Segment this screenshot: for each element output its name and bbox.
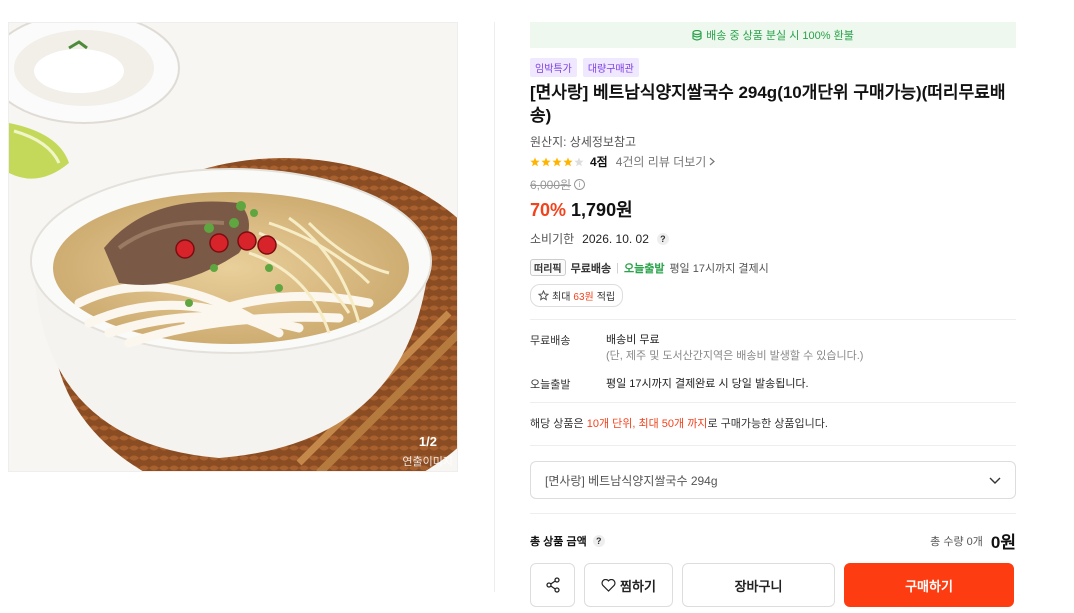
product-title: [면사랑] 베트남식양지쌀국수 294g(10개단위 구매가능)(떠리무료배송) <box>530 83 1006 125</box>
divider <box>530 445 1016 446</box>
refund-text: 배송 중 상품 분실 시 100% 환불 <box>706 30 854 42</box>
expiry-value: 2026. 10. 02 <box>582 231 649 246</box>
wishlist-label: 찜하기 <box>620 578 656 594</box>
rating-row: 4점 4건의 리뷰 더보기 <box>530 153 1016 170</box>
pho-photo <box>9 23 457 471</box>
buy-button[interactable]: 구매하기 <box>844 563 1014 607</box>
points-amount: 63원 <box>573 292 594 303</box>
points-chip[interactable]: 최대 63원 적립 <box>530 284 624 307</box>
refund-banner: 배송 중 상품 분실 시 100% 환불 <box>530 22 1016 48</box>
coin-stack-icon <box>692 29 702 41</box>
total-summary: 총 수량 0개 0원 <box>930 528 1016 553</box>
star-empty-icon <box>574 157 584 166</box>
total-row: 총 상품 금액 ? 총 수량 0개 0원 <box>530 514 1016 553</box>
shipping-free-row: 무료배송 배송비 무료 (단, 제주 및 도서산간지역은 배송비 발생할 수 있… <box>530 332 1016 364</box>
column-divider <box>494 22 495 592</box>
star-full-icon <box>530 157 540 166</box>
share-button[interactable] <box>530 563 575 607</box>
expiry-label: 소비기한 <box>530 232 575 246</box>
help-icon[interactable]: ? <box>656 232 669 245</box>
share-icon <box>545 577 560 593</box>
star-full-icon <box>563 157 573 166</box>
cart-button[interactable]: 장바구니 <box>682 563 835 607</box>
shipping-free-label: 무료배송 <box>530 335 571 347</box>
original-price: 6,000원 <box>530 178 572 192</box>
delivery-row: 떠리픽 무료배송 | 오늘출발 평일 17시까지 결제시 <box>530 259 1016 276</box>
points-prefix: 최대 <box>552 292 571 303</box>
image-watermark: 연출이미지 <box>402 456 453 468</box>
info-icon[interactable]: i <box>574 179 586 190</box>
action-buttons: 찜하기 장바구니 구매하기 <box>530 563 1016 607</box>
free-shipping-label: 무료배송 <box>570 262 612 275</box>
total-label: 총 상품 금액 <box>530 535 587 548</box>
notice-highlight: 10개 단위, 최대 50개 까지 <box>586 418 708 430</box>
shipping-today-label: 오늘출발 <box>530 379 571 391</box>
shipping-free-value: 배송비 무료 <box>606 334 660 346</box>
shipping-free-note: (단, 제주 및 도서산간지역은 배송비 발생할 수 있습니다.) <box>606 350 864 362</box>
sale-price: 1,790원 <box>571 200 633 220</box>
badge-bulk[interactable]: 대량구매관 <box>582 58 639 77</box>
points-suffix: 적립 <box>596 292 616 303</box>
shipping-today-row: 오늘출발 평일 17시까지 결제완료 시 당일 발송됩니다. <box>530 376 1016 392</box>
heart-icon <box>601 578 616 592</box>
product-image[interactable]: 1/2 연출이미지 <box>8 22 458 472</box>
badge-deal[interactable]: 임박특가 <box>530 58 577 77</box>
total-label-wrap: 총 상품 금액 ? <box>530 533 605 549</box>
option-selected-value: [면사랑] 베트남식양지쌀국수 294g <box>545 473 718 488</box>
rating-score: 4점 <box>590 155 608 169</box>
product-info: 배송 중 상품 분실 시 100% 환불 임박특가 대량구매관 [면사랑] 베트… <box>530 22 1016 607</box>
star-full-icon <box>552 157 562 166</box>
separator: | <box>616 261 619 274</box>
shipping-info: 무료배송 배송비 무료 (단, 제주 및 도서산간지역은 배송비 발생할 수 있… <box>530 320 1016 402</box>
option-select[interactable]: [면사랑] 베트남식양지쌀국수 294g <box>530 461 1016 499</box>
expiry-row: 소비기한 2026. 10. 02 ? <box>530 230 1016 247</box>
wishlist-button[interactable]: 찜하기 <box>584 563 673 607</box>
chevron-right-icon <box>709 157 716 166</box>
total-amount: 0원 <box>990 533 1016 552</box>
total-quantity: 총 수량 0개 <box>930 535 983 548</box>
purchase-notice: 해당 상품은 10개 단위, 최대 50개 까지로 구매가능한 상품입니다. <box>530 403 1016 445</box>
origin-text: 원산지: 상세정보참고 <box>530 135 637 149</box>
ddoripick-logo: 떠리픽 <box>530 259 566 276</box>
price-row: 70% 1,790원 <box>530 196 1016 222</box>
image-counter: 1/2 <box>418 434 437 449</box>
notice-post: 로 구매가능한 상품입니다. <box>707 418 828 430</box>
help-icon[interactable]: ? <box>592 534 605 547</box>
coupon-icon <box>538 290 549 301</box>
shipping-today-value: 평일 17시까지 결제완료 시 당일 발송됩니다. <box>606 378 809 390</box>
badge-list: 임박특가 대량구매관 <box>530 58 1016 77</box>
today-ship-note: 평일 17시까지 결제시 <box>669 262 769 275</box>
original-price-row: 6,000원 i <box>530 176 1016 193</box>
star-rating <box>530 157 584 167</box>
notice-pre: 해당 상품은 <box>530 418 587 430</box>
today-ship-label: 오늘출발 <box>623 262 665 275</box>
discount-rate: 70% <box>530 200 567 220</box>
review-link-label: 4건의 리뷰 더보기 <box>615 155 707 169</box>
chevron-down-icon <box>989 477 1001 484</box>
review-link[interactable]: 4건의 리뷰 더보기 <box>616 153 716 170</box>
star-full-icon <box>541 157 551 166</box>
